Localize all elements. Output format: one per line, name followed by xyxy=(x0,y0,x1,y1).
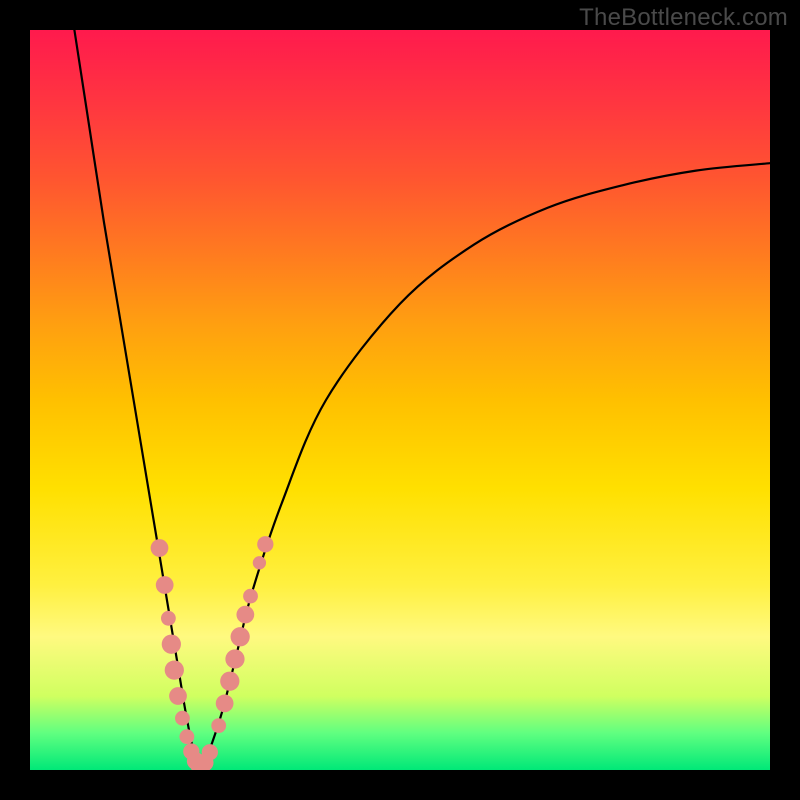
curve-markers xyxy=(151,536,274,770)
data-marker xyxy=(220,672,239,691)
watermark-text: TheBottleneck.com xyxy=(579,4,788,32)
bottleneck-curve-path xyxy=(74,30,770,770)
data-marker xyxy=(156,576,174,594)
data-marker xyxy=(211,718,226,733)
data-marker xyxy=(151,539,169,557)
data-marker xyxy=(253,556,266,569)
data-marker xyxy=(175,711,190,726)
data-marker xyxy=(231,627,250,646)
data-marker xyxy=(257,536,273,552)
data-marker xyxy=(236,606,254,624)
data-marker xyxy=(179,729,194,744)
data-marker xyxy=(162,635,181,654)
curve-line xyxy=(74,30,770,770)
data-marker xyxy=(202,744,218,760)
data-marker xyxy=(161,611,176,626)
chart-frame: TheBottleneck.com xyxy=(0,0,800,800)
data-marker xyxy=(225,649,244,668)
plot-area xyxy=(30,30,770,770)
chart-svg xyxy=(30,30,770,770)
data-marker xyxy=(169,687,187,705)
data-marker xyxy=(216,695,234,713)
data-marker xyxy=(165,660,184,679)
data-marker xyxy=(243,589,258,604)
